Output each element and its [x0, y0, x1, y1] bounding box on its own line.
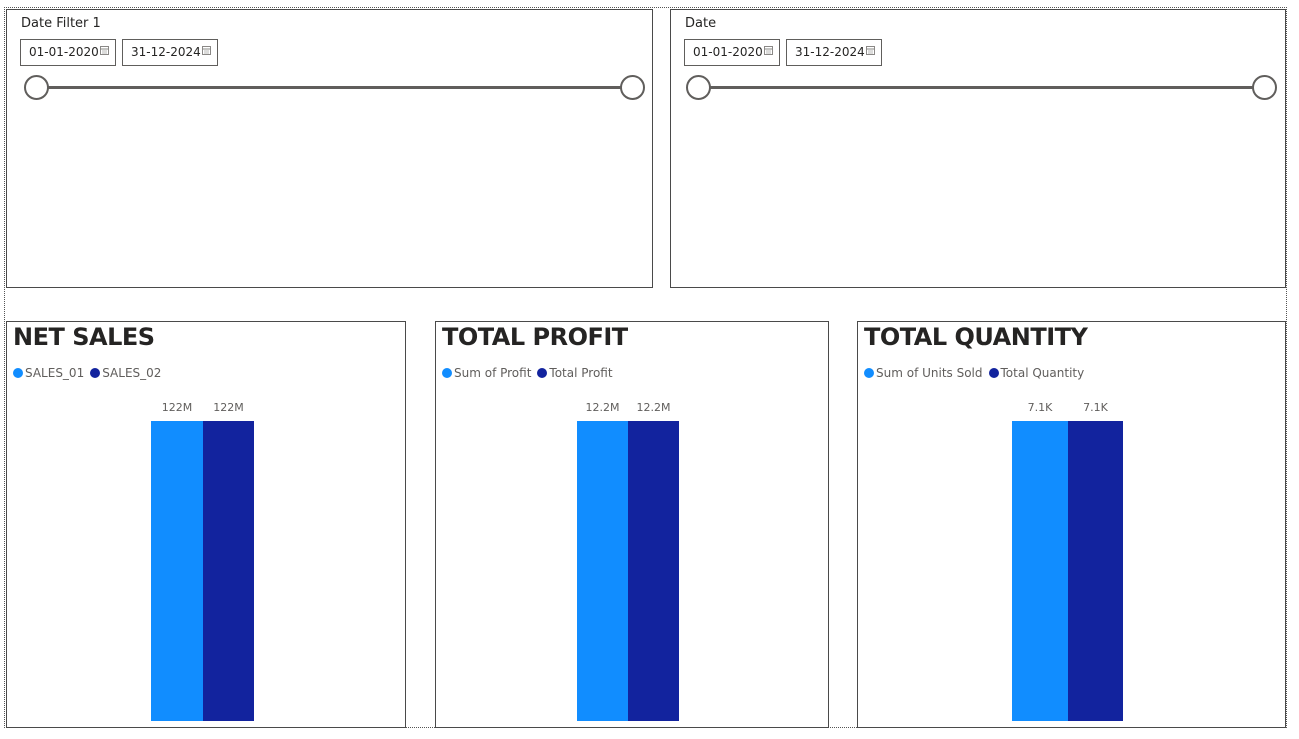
calendar-icon[interactable] — [100, 46, 109, 55]
total-profit-chart[interactable]: TOTAL PROFIT Sum of Profit Total Profit 12.… — [435, 321, 829, 728]
chart-title: NET SALES — [13, 323, 155, 351]
bar-sum-of-units-sold[interactable] — [1012, 421, 1068, 721]
calendar-icon[interactable] — [866, 46, 875, 55]
data-label: 7.1K — [1083, 401, 1108, 414]
legend-label: Total Quantity — [1000, 366, 1085, 380]
data-label: 7.1K — [1027, 401, 1053, 414]
legend-label: Sum of Units Sold — [876, 366, 983, 380]
chart-title: TOTAL PROFIT — [442, 323, 628, 351]
legend-label: Total Profit — [549, 366, 613, 380]
legend-label: SALES_01 — [25, 366, 85, 380]
chart-title: TOTAL QUANTITY — [864, 323, 1088, 351]
legend-item[interactable]: Total Quantity — [988, 366, 1085, 380]
data-label: 122M — [213, 401, 244, 414]
end-date-input[interactable]: 31-12-2024 — [122, 39, 218, 66]
total-quantity-chart[interactable]: TOTAL QUANTITY Sum of Units Sold Total Qua… — [857, 321, 1286, 728]
legend-dot-icon — [442, 368, 452, 378]
legend-label: Sum of Profit — [454, 366, 532, 380]
start-date-value: 01-01-2020 — [693, 45, 763, 59]
legend-dot-icon — [864, 368, 874, 378]
slider-start-handle[interactable] — [24, 75, 49, 100]
legend-label: SALES_02 — [102, 366, 162, 380]
chart-legend: SALES_01 SALES_02 — [13, 366, 167, 380]
start-date-value: 01-01-2020 — [29, 45, 99, 59]
slicer-title: Date Filter 1 — [21, 16, 101, 31]
bar-sales-02[interactable] — [203, 421, 254, 721]
legend-dot-icon — [90, 368, 101, 378]
legend-dot-icon — [537, 368, 548, 378]
slider-track[interactable] — [36, 86, 633, 89]
start-date-input[interactable]: 01-01-2020 — [20, 39, 116, 66]
slider-start-handle[interactable] — [686, 75, 711, 100]
bar-total-profit[interactable] — [628, 421, 679, 721]
legend-item[interactable]: Sum of Profit — [442, 366, 531, 380]
legend-dot-icon — [13, 368, 23, 378]
legend-dot-icon — [988, 368, 999, 378]
date-slicer-2: Date 01-01-2020 31-12-2024 — [670, 9, 1286, 288]
data-label: 12.2M — [636, 401, 671, 414]
calendar-icon[interactable] — [764, 46, 773, 55]
net-sales-chart[interactable]: NET SALES SALES_01 SALES_02 122M 122M — [6, 321, 406, 728]
data-label: 12.2M — [585, 401, 620, 414]
legend-item[interactable]: SALES_01 — [13, 366, 84, 380]
bar-sum-of-profit[interactable] — [577, 421, 628, 721]
end-date-input[interactable]: 31-12-2024 — [786, 39, 882, 66]
slider-end-handle[interactable] — [620, 75, 645, 100]
end-date-value: 31-12-2024 — [131, 45, 201, 59]
start-date-input[interactable]: 01-01-2020 — [684, 39, 780, 66]
legend-item[interactable]: SALES_02 — [90, 366, 161, 380]
slicer-title: Date — [685, 16, 717, 31]
chart-legend: Sum of Units Sold Total Quantity — [864, 366, 1090, 380]
bar-total-quantity[interactable] — [1068, 421, 1123, 721]
date-slicer-1: Date Filter 1 01-01-2020 31-12-2024 — [6, 9, 653, 288]
slider-track[interactable] — [699, 86, 1265, 89]
end-date-value: 31-12-2024 — [795, 45, 865, 59]
slider-end-handle[interactable] — [1252, 75, 1277, 100]
legend-item[interactable]: Sum of Units Sold — [864, 366, 983, 380]
calendar-icon[interactable] — [202, 46, 211, 55]
legend-item[interactable]: Total Profit — [537, 366, 613, 380]
chart-legend: Sum of Profit Total Profit — [442, 366, 619, 380]
bar-sales-01[interactable] — [151, 421, 203, 721]
data-label: 122M — [161, 401, 193, 414]
